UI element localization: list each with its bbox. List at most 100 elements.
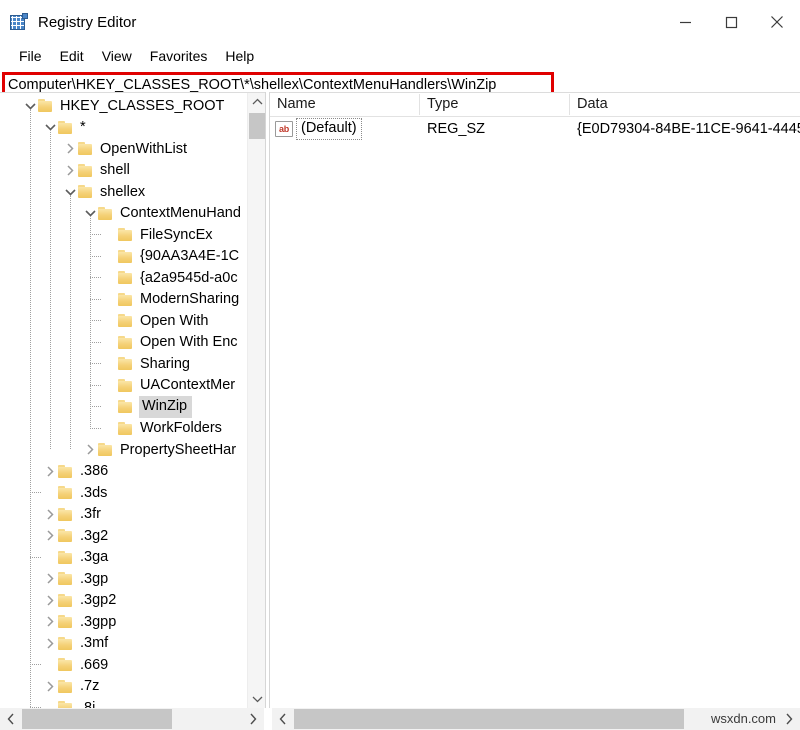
registry-editor-icon	[10, 13, 28, 31]
menu-favorites[interactable]: Favorites	[141, 47, 217, 65]
tree-item-label: ContextMenuHand	[120, 205, 241, 221]
list-column-header: Name Type Data	[270, 93, 800, 117]
tree-item-propertysheethar[interactable]: PropertySheetHar	[0, 439, 246, 461]
folder-icon	[118, 228, 133, 242]
tree-scroll-down-icon[interactable]	[248, 690, 265, 708]
menu-file[interactable]: File	[10, 47, 51, 65]
tree-item-label: Open With Enc	[140, 334, 238, 350]
tree-item-3gp2[interactable]: .3gp2	[0, 590, 246, 612]
tree-item-90aa3a4e-1c[interactable]: {90AA3A4E-1C	[0, 246, 246, 268]
window-title: Registry Editor	[38, 13, 137, 31]
folder-icon	[118, 357, 133, 371]
tree-item-a2a9545d-a0c[interactable]: {a2a9545d-a0c	[0, 267, 246, 289]
tree-item-label: {90AA3A4E-1C	[140, 248, 240, 264]
chevron-right-icon[interactable]	[42, 590, 58, 611]
tree-item-label: Open With	[140, 312, 209, 329]
tree-leaf-spacer	[102, 310, 118, 331]
tree-item-label: shellex	[100, 183, 146, 200]
tree-scroll-thumb[interactable]	[249, 113, 265, 139]
folder-icon	[58, 701, 73, 708]
tree-item-open-with-enc[interactable]: Open With Enc	[0, 332, 246, 354]
tree-item-[interactable]: *	[0, 117, 246, 139]
scrollbar-gap	[265, 708, 272, 730]
tree-item-shellex[interactable]: shellex	[0, 181, 246, 203]
chevron-right-icon[interactable]	[82, 439, 98, 460]
tree-hscroll-thumb[interactable]	[22, 709, 172, 729]
tree-item-open-with[interactable]: Open With	[0, 310, 246, 332]
tree-item-contextmenuhand[interactable]: ContextMenuHand	[0, 203, 246, 225]
tree-item-uacontextmer[interactable]: UAContextMer	[0, 375, 246, 397]
chevron-right-icon[interactable]	[42, 461, 58, 482]
tree-item-modernsharing[interactable]: ModernSharing	[0, 289, 246, 311]
minimize-icon[interactable]	[662, 0, 708, 44]
tree-item-3g2[interactable]: .3g2	[0, 525, 246, 547]
value-name-cell: ab (Default)	[270, 118, 420, 140]
tree-item-label: OpenWithList	[100, 140, 188, 157]
folder-icon	[58, 486, 73, 500]
folder-icon	[58, 572, 73, 586]
maximize-icon[interactable]	[708, 0, 754, 44]
tree-item-hkey-classes-root[interactable]: HKEY_CLASSES_ROOT	[0, 95, 246, 117]
tree-guide-line	[30, 492, 41, 494]
chevron-right-icon[interactable]	[62, 138, 78, 159]
folder-icon	[38, 99, 53, 113]
folder-icon	[118, 400, 133, 414]
tree-item-386[interactable]: .386	[0, 461, 246, 483]
list-hscroll-right-icon[interactable]	[778, 708, 800, 730]
value-data-cell: {E0D79304-84BE-11CE-9641-4445	[577, 121, 800, 137]
tree-item-3gpp[interactable]: .3gpp	[0, 611, 246, 633]
tree-hscroll-left-icon[interactable]	[0, 708, 22, 730]
chevron-right-icon[interactable]	[42, 568, 58, 589]
tree-item-sharing[interactable]: Sharing	[0, 353, 246, 375]
folder-icon	[118, 271, 133, 285]
tree-guide-line	[90, 298, 101, 301]
tree-item-shell[interactable]: shell	[0, 160, 246, 182]
tree-item-3fr[interactable]: .3fr	[0, 504, 246, 526]
column-header-name[interactable]: Name	[270, 93, 420, 116]
tree-hscroll-right-icon[interactable]	[242, 708, 264, 730]
tree-horizontal-scrollbar[interactable]	[0, 708, 265, 730]
list-hscroll-thumb[interactable]	[294, 709, 684, 729]
chevron-right-icon[interactable]	[42, 676, 58, 697]
tree-guide-line	[90, 406, 101, 408]
folder-icon	[58, 615, 73, 629]
list-hscroll-track[interactable]	[294, 708, 778, 730]
tree-item-3mf[interactable]: .3mf	[0, 633, 246, 655]
tree-guide-line	[30, 108, 32, 708]
column-header-data[interactable]: Data	[570, 93, 800, 116]
tree-item-winzip[interactable]: WinZip	[0, 396, 246, 418]
table-row[interactable]: ab (Default) REG_SZ {E0D79304-84BE-11CE-…	[270, 117, 800, 141]
tree-leaf-spacer	[102, 353, 118, 374]
tree-item-label: PropertySheetHar	[120, 441, 237, 458]
tree-item-label: {a2a9545d-a0c	[140, 269, 238, 286]
tree-hscroll-track[interactable]	[22, 708, 242, 730]
tree-item-3gp[interactable]: .3gp	[0, 568, 246, 590]
chevron-right-icon[interactable]	[62, 160, 78, 181]
tree-item-openwithlist[interactable]: OpenWithList	[0, 138, 246, 160]
folder-icon	[58, 507, 73, 521]
tree-vertical-scrollbar[interactable]	[247, 93, 265, 708]
chevron-right-icon[interactable]	[42, 504, 58, 525]
chevron-right-icon[interactable]	[42, 525, 58, 546]
menu-edit[interactable]: Edit	[51, 47, 93, 65]
column-header-type[interactable]: Type	[420, 93, 570, 116]
tree-item-label: WorkFolders	[140, 420, 222, 436]
title-bar: Registry Editor	[0, 0, 800, 44]
list-horizontal-scrollbar[interactable]: wsxdn.com	[272, 708, 800, 730]
tree-item-7z[interactable]: .7z	[0, 676, 246, 698]
tree-item-label: .3gp2	[80, 592, 117, 608]
close-icon[interactable]	[754, 0, 800, 44]
chevron-right-icon[interactable]	[42, 611, 58, 632]
menu-help[interactable]: Help	[216, 47, 263, 65]
chevron-right-icon[interactable]	[42, 633, 58, 654]
tree-guide-line	[30, 556, 41, 559]
tree-item-filesyncex[interactable]: FileSyncEx	[0, 224, 246, 246]
tree-scroll-up-icon[interactable]	[248, 93, 265, 111]
list-hscroll-left-icon[interactable]	[272, 708, 294, 730]
menu-view[interactable]: View	[93, 47, 141, 65]
tree-item-workfolders[interactable]: WorkFolders	[0, 418, 246, 440]
registry-tree-viewport: HKEY_CLASSES_ROOT * OpenWithList shell shell…	[0, 93, 246, 708]
folder-icon	[118, 249, 133, 263]
tree-item-label: ModernSharing	[140, 291, 240, 307]
tree-guide-line	[90, 427, 101, 430]
